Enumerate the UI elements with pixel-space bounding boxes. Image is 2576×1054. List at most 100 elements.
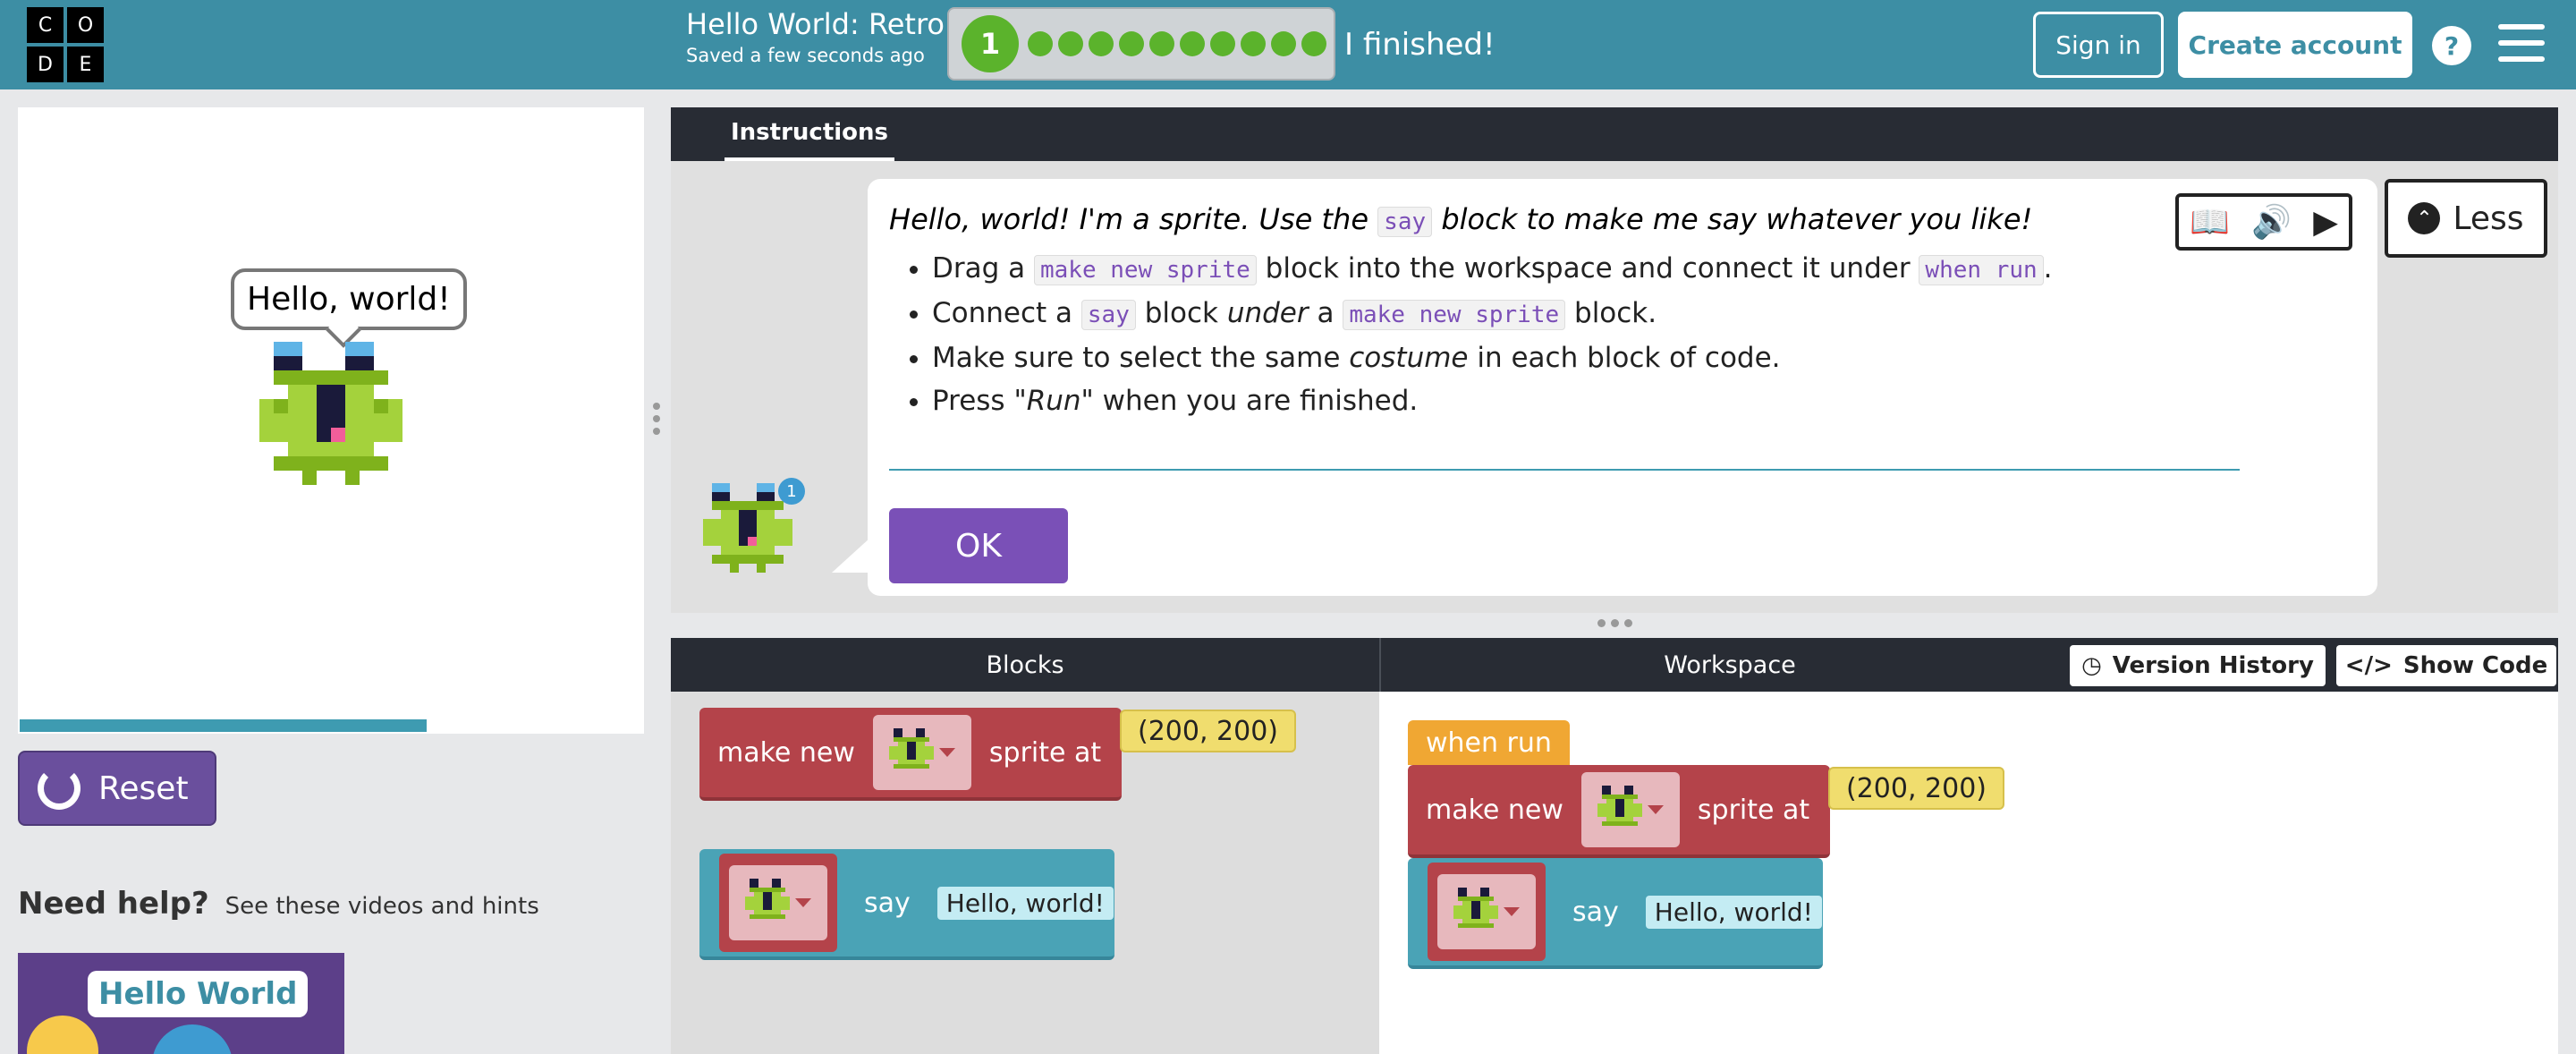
version-history-button[interactable]: ◷ Version History [2070,645,2326,686]
clock-icon: ◷ [2081,652,2102,679]
saved-status: Saved a few seconds ago [686,45,925,66]
code-token: say [1377,207,1433,237]
progress-dot[interactable] [1180,31,1205,56]
progress-dot[interactable] [1271,31,1296,56]
show-code-button[interactable]: </> Show Code [2336,645,2556,686]
code-token: when run [1919,255,2044,285]
hint-count-badge[interactable]: 1 [778,478,805,505]
costume-dropdown[interactable] [872,715,971,790]
chevron-down-icon [795,898,811,907]
say-text-input[interactable]: Hello, world! [1645,895,1822,929]
audio-controls: 📖 🔊 ▶ [2175,193,2352,251]
create-account-button[interactable]: Create account [2178,12,2412,78]
say-block[interactable]: say Hello, world! [1408,858,1823,969]
make-new-sprite-block[interactable]: make new sprite at [1408,765,1830,858]
coords-input[interactable]: (200, 200) [1120,710,1297,752]
reset-button[interactable]: Reset [18,751,216,826]
divider [889,469,2240,471]
instructions-resize-handle[interactable] [1597,619,1632,627]
progress-dot[interactable] [1058,31,1083,56]
top-bar: C O D E Hello World: Retro Saved a few s… [0,0,2576,89]
chevron-up-icon: ⌃ [2408,202,2441,234]
code-token: make new sprite [1034,255,1257,285]
costume-dropdown[interactable] [1437,874,1536,949]
blocks-toolbox[interactable]: make new sprite at (200, 200) say Hello,… [671,692,1379,1054]
emoji-face-icon [27,1016,98,1054]
instructions-header: Instructions [671,107,2558,161]
current-level-bubble[interactable]: 1 [962,15,1019,72]
sprite-alien-icon [1597,785,1642,826]
need-help-heading: Need help? See these videos and hints [18,886,539,922]
logo-letter: C [27,7,64,43]
progress-dot[interactable] [1089,31,1114,56]
reset-icon [38,767,80,810]
instructions-panel: 1 Hello, world! I'm a sprite. Use the sa… [671,161,2558,613]
need-help-title: Need help? [18,886,209,922]
costume-dropdown[interactable] [729,865,827,940]
help-icon[interactable]: ? [2432,26,2471,65]
workspace-header: Blocks Workspace ◷ Version History </> S… [671,638,2558,692]
code-workspace[interactable]: when run make new sprite at (200, 200) s… [1379,692,2558,1054]
sign-in-button[interactable]: Sign in [2033,12,2164,78]
make-new-sprite-block[interactable]: make new sprite at [699,708,1122,801]
costume-dropdown[interactable] [1580,772,1680,847]
say-text-input[interactable]: Hello, world! [936,886,1114,920]
sprite-alien-icon [1453,887,1498,928]
speech-tail [832,537,871,573]
progress-dot[interactable] [1028,31,1053,56]
progress-dot[interactable] [1301,31,1326,56]
instructions-list: Drag a make new sprite block into the wo… [932,247,2053,422]
workspace-title: Workspace [1664,650,1796,679]
say-block[interactable]: say Hello, world! [699,849,1114,960]
stage-progress-bar [20,719,427,732]
progress-dot[interactable] [1149,31,1174,56]
level-progress: 1 [947,7,1335,81]
instructions-card: Hello, world! I'm a sprite. Use the say … [868,179,2377,596]
sprite-alien-icon [259,342,402,485]
chevron-down-icon [1504,907,1520,916]
finished-link[interactable]: I finished! [1344,27,1496,63]
reset-label: Reset [98,769,189,807]
coords-input[interactable]: (200, 200) [1828,767,2005,810]
hamburger-menu-icon[interactable] [2498,24,2545,62]
game-stage[interactable]: Hello, world! [18,107,644,734]
help-video-thumbnail[interactable]: Hello World [18,953,344,1054]
progress-dot[interactable] [1210,31,1235,56]
logo-letter: O [67,7,104,43]
blocks-title: Blocks [986,650,1064,679]
list-item: Make sure to select the same costume in … [932,336,2053,379]
list-item: Press "Run" when you are finished. [932,379,2053,422]
code-icon: </> [2344,652,2393,679]
sprite-alien-icon [703,483,792,573]
speaker-icon[interactable]: 🔊 [2251,203,2292,241]
progress-dot[interactable] [1119,31,1144,56]
chevron-down-icon [938,748,955,757]
tab-instructions[interactable]: Instructions [724,107,894,161]
ok-button[interactable]: OK [889,508,1068,583]
code-logo[interactable]: C O D E [27,7,104,82]
code-token: make new sprite [1343,300,1566,330]
globe-icon [152,1024,233,1054]
code-token: say [1080,300,1136,330]
panel-resize-handle[interactable] [653,403,660,435]
list-item: Connect a say block under a make new spr… [932,292,2053,336]
text-to-speech-icon[interactable]: 📖 [2190,203,2230,241]
speech-bubble: Hello, world! [231,268,467,330]
instructions-intro: Hello, world! I'm a sprite. Use the say … [889,202,2033,237]
sprite-alien-icon [745,878,790,919]
progress-dot[interactable] [1241,31,1266,56]
logo-letter: E [67,47,104,82]
sprite-socket[interactable] [719,854,837,952]
less-label: Less [2453,200,2524,237]
sprite-socket[interactable] [1428,863,1546,961]
video-title: Hello World [88,971,309,1017]
sprite-alien-icon [888,727,934,769]
need-help-subtitle: See these videos and hints [225,893,539,920]
logo-letter: D [27,47,64,82]
chevron-down-icon [1647,805,1664,814]
when-run-block[interactable]: when run [1408,720,1570,765]
less-button[interactable]: ⌃ Less [2385,179,2547,258]
play-icon[interactable]: ▶ [2313,204,2338,241]
level-title: Hello World: Retro [686,7,945,41]
list-item: Drag a make new sprite block into the wo… [932,247,2053,292]
